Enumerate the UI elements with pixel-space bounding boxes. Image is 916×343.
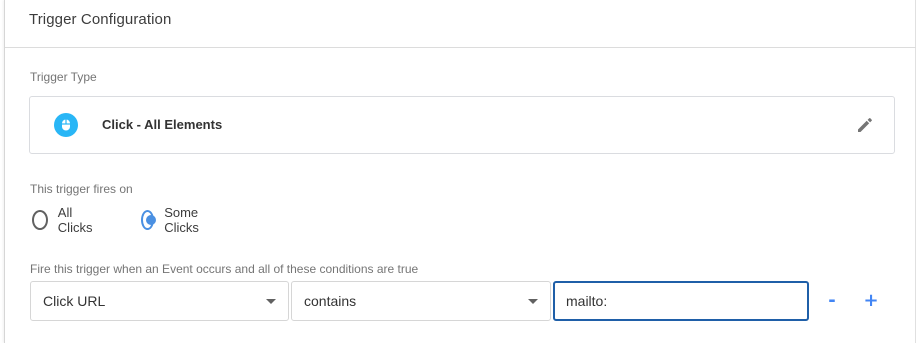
variable-select[interactable]: Click URL <box>30 281 289 321</box>
radio-button-unchecked[interactable] <box>32 210 48 230</box>
condition-value-input[interactable] <box>553 281 809 321</box>
trigger-configuration-panel: Trigger Configuration Trigger Type Click… <box>4 0 916 343</box>
fires-on-label: This trigger fires on <box>30 182 133 196</box>
pencil-icon[interactable] <box>854 114 876 136</box>
dropdown-arrow-icon <box>266 299 276 304</box>
radio-button-checked[interactable] <box>141 210 157 230</box>
radio-label-all-clicks: All Clicks <box>57 205 93 235</box>
operator-select[interactable]: contains <box>291 281 551 321</box>
trigger-type-name: Click - All Elements <box>102 117 223 132</box>
radio-all-clicks[interactable]: All Clicks <box>32 205 97 235</box>
panel-title: Trigger Configuration <box>29 11 172 28</box>
add-condition-button[interactable]: + <box>860 289 882 311</box>
radio-label-some-clicks: Some Clicks <box>164 205 199 235</box>
operator-select-value: contains <box>304 293 357 309</box>
conditions-label: Fire this trigger when an Event occurs a… <box>30 262 419 276</box>
radio-some-clicks[interactable]: Some Clicks <box>141 205 206 235</box>
remove-condition-button[interactable]: - <box>821 289 843 311</box>
dropdown-arrow-icon <box>528 299 538 304</box>
trigger-type-label: Trigger Type <box>30 70 97 84</box>
variable-select-value: Click URL <box>43 293 106 309</box>
panel-header: Trigger Configuration <box>5 0 916 48</box>
mouse-icon <box>54 113 78 137</box>
trigger-type-card[interactable]: Click - All Elements <box>29 96 895 154</box>
